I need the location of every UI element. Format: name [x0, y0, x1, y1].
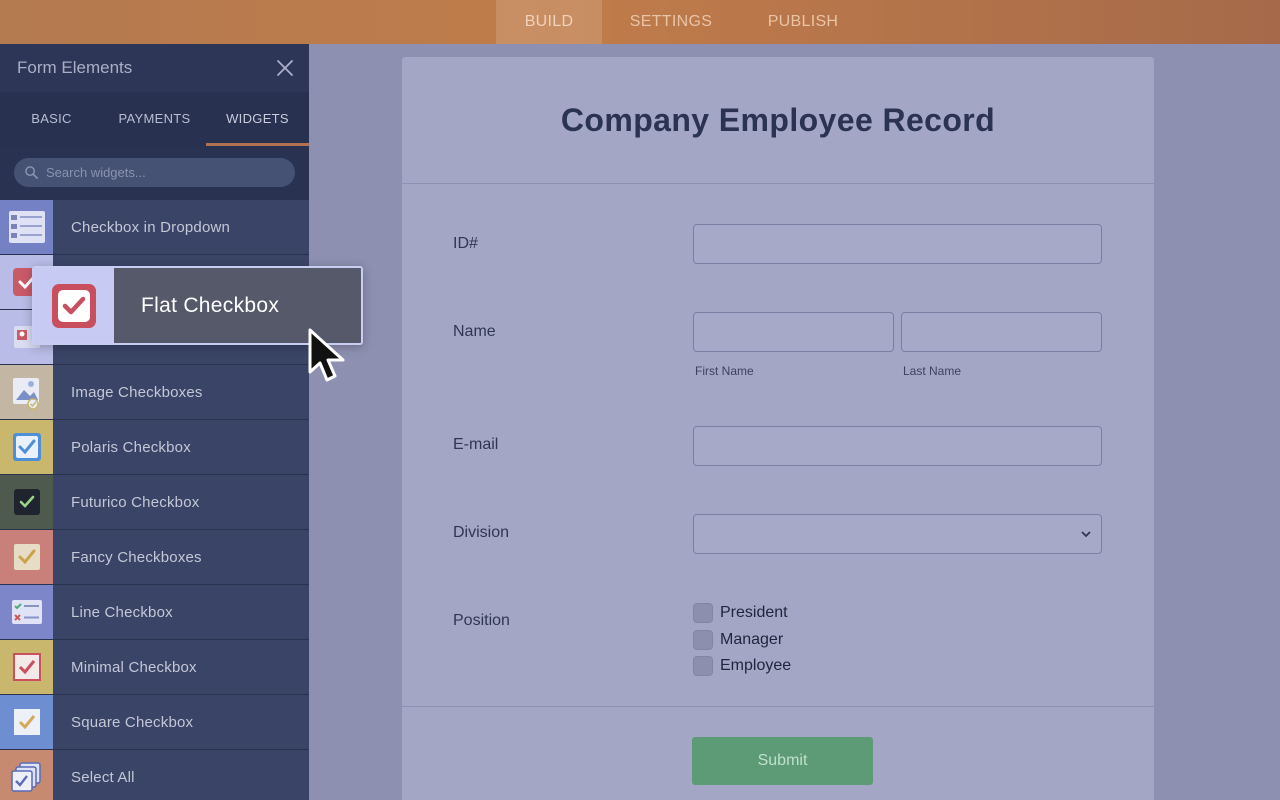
email-field[interactable]: [693, 426, 1102, 466]
widget-item-label: Polaris Checkbox: [71, 438, 191, 456]
tab-publish[interactable]: PUBLISH: [740, 0, 866, 44]
position-option-manager[interactable]: Manager: [693, 630, 783, 650]
form-title[interactable]: Company Employee Record: [561, 102, 995, 139]
last-name-sublabel: Last Name: [903, 364, 962, 378]
widget-item-line-checkbox[interactable]: Line Checkbox: [0, 585, 309, 640]
checkbox[interactable]: [693, 603, 713, 623]
tab-widgets[interactable]: WIDGETS: [206, 92, 309, 146]
widget-item-label: Square Checkbox: [71, 713, 194, 731]
position-label: Position: [453, 612, 510, 629]
search-input[interactable]: [46, 158, 286, 187]
form-elements-panel: Form Elements BASIC PAYMENTS WIDGETS Sea…: [0, 44, 309, 800]
division-label: Division: [453, 524, 510, 541]
select-all-icon: [0, 750, 53, 800]
checkbox[interactable]: [693, 630, 713, 650]
search-box: [14, 158, 295, 187]
widget-item-image-checkboxes[interactable]: Image Checkboxes: [0, 365, 309, 420]
futurico-checkbox-icon: [0, 475, 53, 529]
widget-item-label: Select All: [71, 768, 135, 786]
close-icon[interactable]: [275, 58, 295, 78]
option-label: Employee: [720, 657, 792, 674]
search-icon: [25, 166, 38, 179]
widget-item-label: Minimal Checkbox: [71, 658, 197, 676]
widget-item-label: Image Checkboxes: [71, 383, 203, 401]
polaris-checkbox-icon: [0, 420, 53, 474]
form-card: Company Employee Record ID# Name First N…: [402, 57, 1154, 800]
top-bar: BUILD SETTINGS PUBLISH: [0, 0, 1280, 44]
top-nav: BUILD SETTINGS PUBLISH: [496, 0, 866, 44]
position-option-employee[interactable]: Employee: [693, 656, 791, 676]
panel-header: Form Elements: [0, 44, 309, 92]
submit-button[interactable]: Submit: [692, 737, 873, 785]
tab-basic[interactable]: BASIC: [0, 92, 103, 146]
widget-item-label: Futurico Checkbox: [71, 493, 200, 511]
widget-item-label: Line Checkbox: [71, 603, 173, 621]
widget-item-futurico-checkbox[interactable]: Futurico Checkbox: [0, 475, 309, 530]
division-select[interactable]: [693, 514, 1102, 554]
widget-item-select-all[interactable]: Select All: [0, 750, 309, 800]
chevron-down-icon: [1081, 531, 1091, 538]
tab-settings[interactable]: SETTINGS: [602, 0, 740, 44]
widget-item-label: Fancy Checkboxes: [71, 548, 202, 566]
widget-item-fancy-checkboxes[interactable]: Fancy Checkboxes: [0, 530, 309, 585]
email-label: E-mail: [453, 436, 499, 453]
fancy-checkbox-icon: [0, 530, 53, 584]
widget-item-square-checkbox[interactable]: Square Checkbox: [0, 695, 309, 750]
form-header: Company Employee Record: [402, 57, 1154, 184]
widget-item-label: Checkbox in Dropdown: [71, 218, 231, 236]
first-name-field[interactable]: [693, 312, 894, 352]
panel-tabs: BASIC PAYMENTS WIDGETS: [0, 92, 309, 146]
checkbox[interactable]: [693, 656, 713, 676]
first-name-sublabel: First Name: [695, 364, 754, 378]
name-label: Name: [453, 323, 496, 340]
widget-item-polaris-checkbox[interactable]: Polaris Checkbox: [0, 420, 309, 475]
minimal-checkbox-icon: [0, 640, 53, 694]
option-label: President: [720, 604, 788, 621]
option-label: Manager: [720, 631, 784, 648]
flat-checkbox-icon: [34, 268, 114, 343]
id-label: ID#: [453, 235, 478, 252]
widget-item-checkbox-in-dropdown[interactable]: Checkbox in Dropdown: [0, 200, 309, 255]
id-field[interactable]: [693, 224, 1102, 264]
panel-title: Form Elements: [17, 58, 133, 77]
position-option-president[interactable]: President: [693, 603, 788, 623]
tab-build[interactable]: BUILD: [496, 0, 602, 44]
tab-payments[interactable]: PAYMENTS: [103, 92, 206, 146]
mouse-pointer-icon: [308, 328, 345, 382]
widget-item-minimal-checkbox[interactable]: Minimal Checkbox: [0, 640, 309, 695]
checkbox-dropdown-icon: [0, 200, 53, 254]
last-name-field[interactable]: [901, 312, 1102, 352]
square-checkbox-icon: [0, 695, 53, 749]
search-bar: [0, 146, 309, 200]
line-checkbox-icon: [0, 585, 53, 639]
image-checkbox-icon: [0, 365, 53, 419]
divider: [402, 706, 1154, 707]
